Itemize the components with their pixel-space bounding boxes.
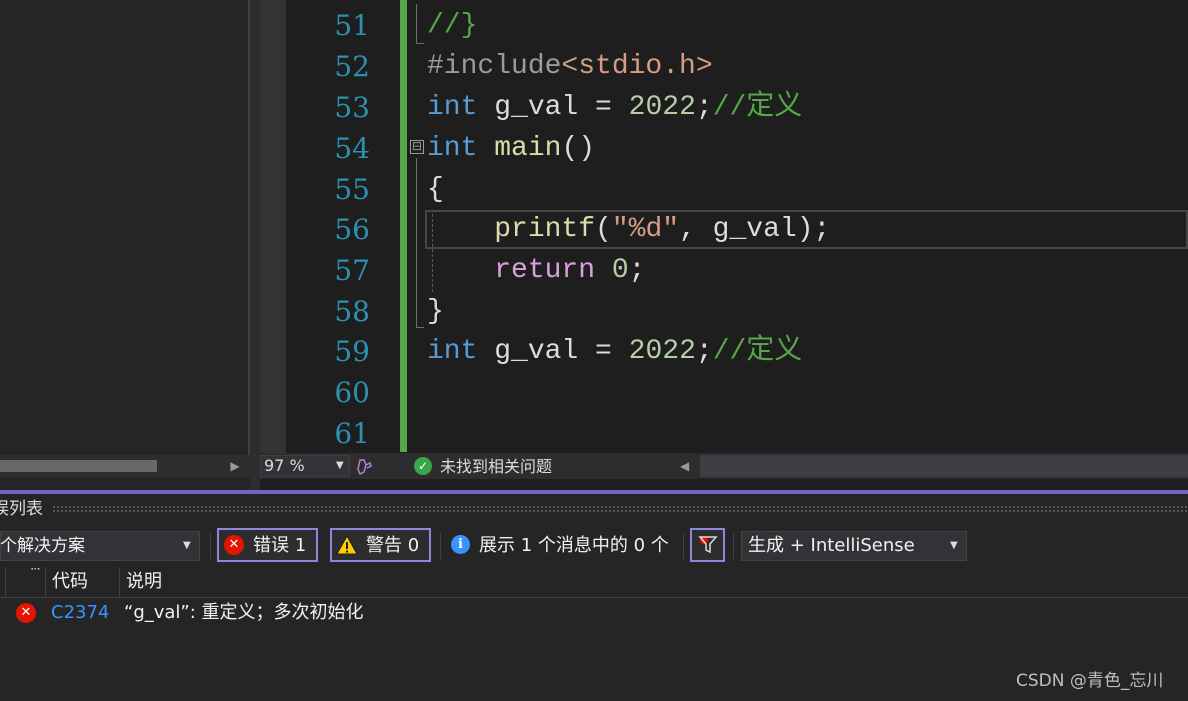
scope-dropdown-value: 个解决方案: [0, 536, 85, 556]
toolbar-separator: [733, 533, 734, 559]
code-line[interactable]: {: [427, 170, 444, 210]
chevron-down-icon[interactable]: ▼: [950, 540, 958, 551]
scroll-right-icon[interactable]: ▶: [228, 458, 242, 474]
code-line[interactable]: return 0;: [427, 251, 645, 291]
code-line[interactable]: printf("%d", g_val);: [427, 210, 830, 250]
issues-status-text[interactable]: 未找到相关问题: [440, 456, 552, 478]
panel-gap: [250, 0, 260, 490]
left-tool-panel: [0, 0, 250, 490]
error-code-link[interactable]: C2374: [51, 601, 109, 625]
code-line[interactable]: int main(): [427, 129, 595, 169]
messages-filter-label[interactable]: 展示 1 个消息中的 0 个: [479, 534, 669, 558]
fold-guide-end: [416, 43, 424, 44]
line-number: 61: [334, 417, 370, 450]
toolbar-separator: [683, 533, 684, 559]
filter-icon: [698, 536, 718, 554]
error-icon: ✕: [16, 603, 36, 623]
column-separator[interactable]: [45, 567, 46, 598]
errors-filter-label: 错误 1: [253, 535, 307, 556]
error-icon: ✕: [224, 535, 244, 555]
error-description[interactable]: “g_val”: 重定义；多次初始化: [124, 601, 364, 625]
line-number: 53: [334, 91, 370, 124]
warning-icon: [336, 534, 358, 555]
scroll-left-icon[interactable]: ◀: [680, 458, 689, 474]
line-number: 51: [334, 9, 370, 42]
zoom-level: 97 %: [264, 456, 305, 475]
fold-guide: [416, 158, 417, 328]
toolbar-separator: [440, 533, 441, 559]
build-source-value: 生成 + IntelliSense: [748, 535, 915, 556]
warnings-filter-label: 警告 0: [366, 535, 420, 556]
panel-drag-grip[interactable]: [52, 505, 1188, 513]
line-number: 60: [334, 376, 370, 409]
horizontal-scrollbar[interactable]: [700, 455, 1188, 477]
fold-guide: [416, 4, 417, 44]
collapse-icon[interactable]: ⊟: [410, 140, 424, 154]
error-list-header: [0, 566, 1188, 598]
column-separator[interactable]: [119, 567, 120, 598]
line-number: 58: [334, 295, 370, 328]
panel-title: 误列表: [0, 499, 43, 519]
line-number: 59: [334, 335, 370, 368]
toolbar-separator: [210, 533, 211, 559]
fold-guide-end: [416, 327, 424, 328]
chevron-down-icon[interactable]: ▼: [183, 540, 191, 551]
sort-icon[interactable]: ⠉⠁: [30, 568, 44, 579]
code-line[interactable]: //}: [427, 6, 477, 46]
column-header-code[interactable]: 代码: [52, 570, 88, 594]
code-line[interactable]: #include<stdio.h>: [427, 47, 713, 87]
left-scrollbar-thumb[interactable]: [0, 460, 157, 472]
column-header-description[interactable]: 说明: [126, 570, 162, 594]
watermark: CSDN @青色_忘川: [1016, 671, 1164, 691]
info-icon[interactable]: i: [451, 535, 470, 554]
change-tracking-bar: [400, 0, 407, 452]
code-line[interactable]: }: [427, 292, 444, 332]
line-number: 57: [334, 254, 370, 287]
editor-margin: [260, 0, 286, 455]
column-separator[interactable]: [5, 567, 6, 598]
line-number: 55: [334, 173, 370, 206]
line-number: 54: [334, 132, 370, 165]
code-cleanup-icon[interactable]: [354, 457, 374, 477]
dropdown-arrow-icon[interactable]: ▼: [336, 458, 344, 474]
line-number: 52: [334, 50, 370, 83]
line-number: 56: [334, 213, 370, 246]
no-issues-check-icon: ✓: [414, 457, 432, 475]
code-line[interactable]: int g_val = 2022;//定义: [427, 332, 802, 372]
code-line[interactable]: int g_val = 2022;//定义: [427, 88, 802, 128]
